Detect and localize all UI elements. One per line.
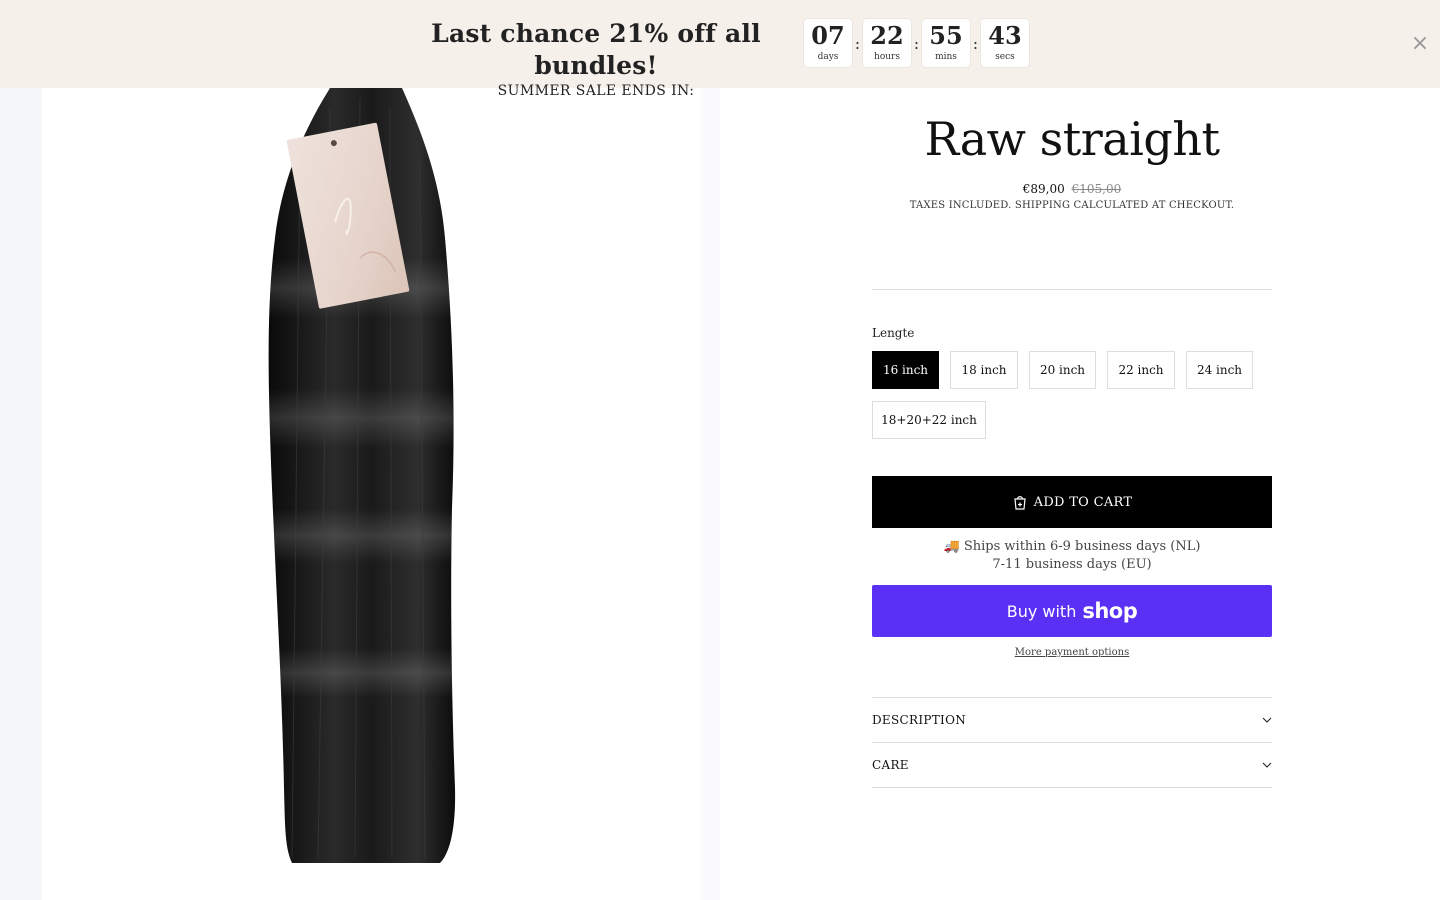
countdown-mins: 55 mins: [922, 19, 970, 67]
shipping-line-nl: 🚚 Ships within 6-9 business days (NL): [943, 539, 1201, 554]
add-to-cart-button[interactable]: ADD TO CART: [872, 476, 1272, 528]
variant-24-inch[interactable]: 24 inch: [1186, 351, 1253, 389]
price-row: €89,00 €105,00: [872, 182, 1272, 196]
accordion-care[interactable]: CARE: [872, 742, 1272, 786]
chevron-down-icon: [1262, 717, 1272, 723]
accordion-care-label: CARE: [872, 757, 909, 772]
add-to-cart-label: ADD TO CART: [1033, 494, 1133, 510]
countdown-days-value: 07: [811, 21, 845, 50]
product-gallery: [0, 88, 720, 900]
option-label: Lengte: [872, 326, 915, 340]
countdown-separator: :: [854, 33, 861, 53]
shipping-line-eu: 7-11 business days (EU): [992, 557, 1152, 572]
countdown-days-unit: days: [817, 52, 839, 62]
countdown-mins-value: 55: [929, 21, 963, 50]
shop-logo: shop: [1082, 599, 1138, 623]
compare-price: €105,00: [1071, 182, 1122, 196]
shipping-info: 🚚 Ships within 6-9 business days (NL) 7-…: [872, 538, 1272, 574]
countdown-secs-value: 43: [988, 21, 1022, 50]
variant-20-inch[interactable]: 20 inch: [1029, 351, 1096, 389]
countdown-hours-unit: hours: [874, 52, 900, 62]
variant-18-20-22-inch[interactable]: 18+20+22 inch: [872, 401, 986, 439]
countdown-hours-value: 22: [870, 21, 904, 50]
accordion-bottom-border: [872, 787, 1272, 788]
countdown-separator: :: [972, 33, 979, 53]
close-icon[interactable]: ×: [1408, 30, 1432, 58]
variant-22-inch[interactable]: 22 inch: [1107, 351, 1175, 389]
tax-note: TAXES INCLUDED. SHIPPING CALCULATED AT C…: [909, 200, 1235, 211]
promo-subtitle: SUMMER SALE ENDS IN:: [497, 83, 695, 99]
product-image: [268, 88, 458, 863]
divider: [872, 289, 1272, 290]
accordion-description[interactable]: DESCRIPTION: [872, 697, 1272, 741]
sale-price: €89,00: [1022, 182, 1065, 196]
buy-with-shop-button[interactable]: Buy with shop: [872, 585, 1272, 637]
countdown-secs: 43 secs: [981, 19, 1029, 67]
promo-text: Last chance 21% off all bundles! SUMMER …: [406, 18, 786, 99]
variant-18-inch[interactable]: 18 inch: [950, 351, 1018, 389]
promo-title: Last chance 21% off all bundles!: [431, 19, 761, 80]
countdown-hours: 22 hours: [863, 19, 911, 67]
countdown-timer: 07 days : 22 hours : 55 mins : 43 secs: [804, 19, 1029, 67]
accordion-description-label: DESCRIPTION: [872, 712, 967, 727]
more-payment-options-link[interactable]: More payment options: [872, 647, 1272, 658]
variant-16-inch[interactable]: 16 inch: [872, 351, 939, 389]
buy-with-label: Buy with: [1006, 601, 1077, 621]
cart-icon: [1013, 496, 1026, 510]
countdown-days: 07 days: [804, 19, 852, 67]
countdown-separator: :: [913, 33, 920, 53]
countdown-mins-unit: mins: [935, 52, 957, 62]
product-title: Raw straight: [924, 112, 1220, 166]
chevron-down-icon: [1262, 762, 1272, 768]
announcement-bar: Last chance 21% off all bundles! SUMMER …: [0, 0, 1440, 99]
countdown-secs-unit: secs: [995, 52, 1015, 62]
